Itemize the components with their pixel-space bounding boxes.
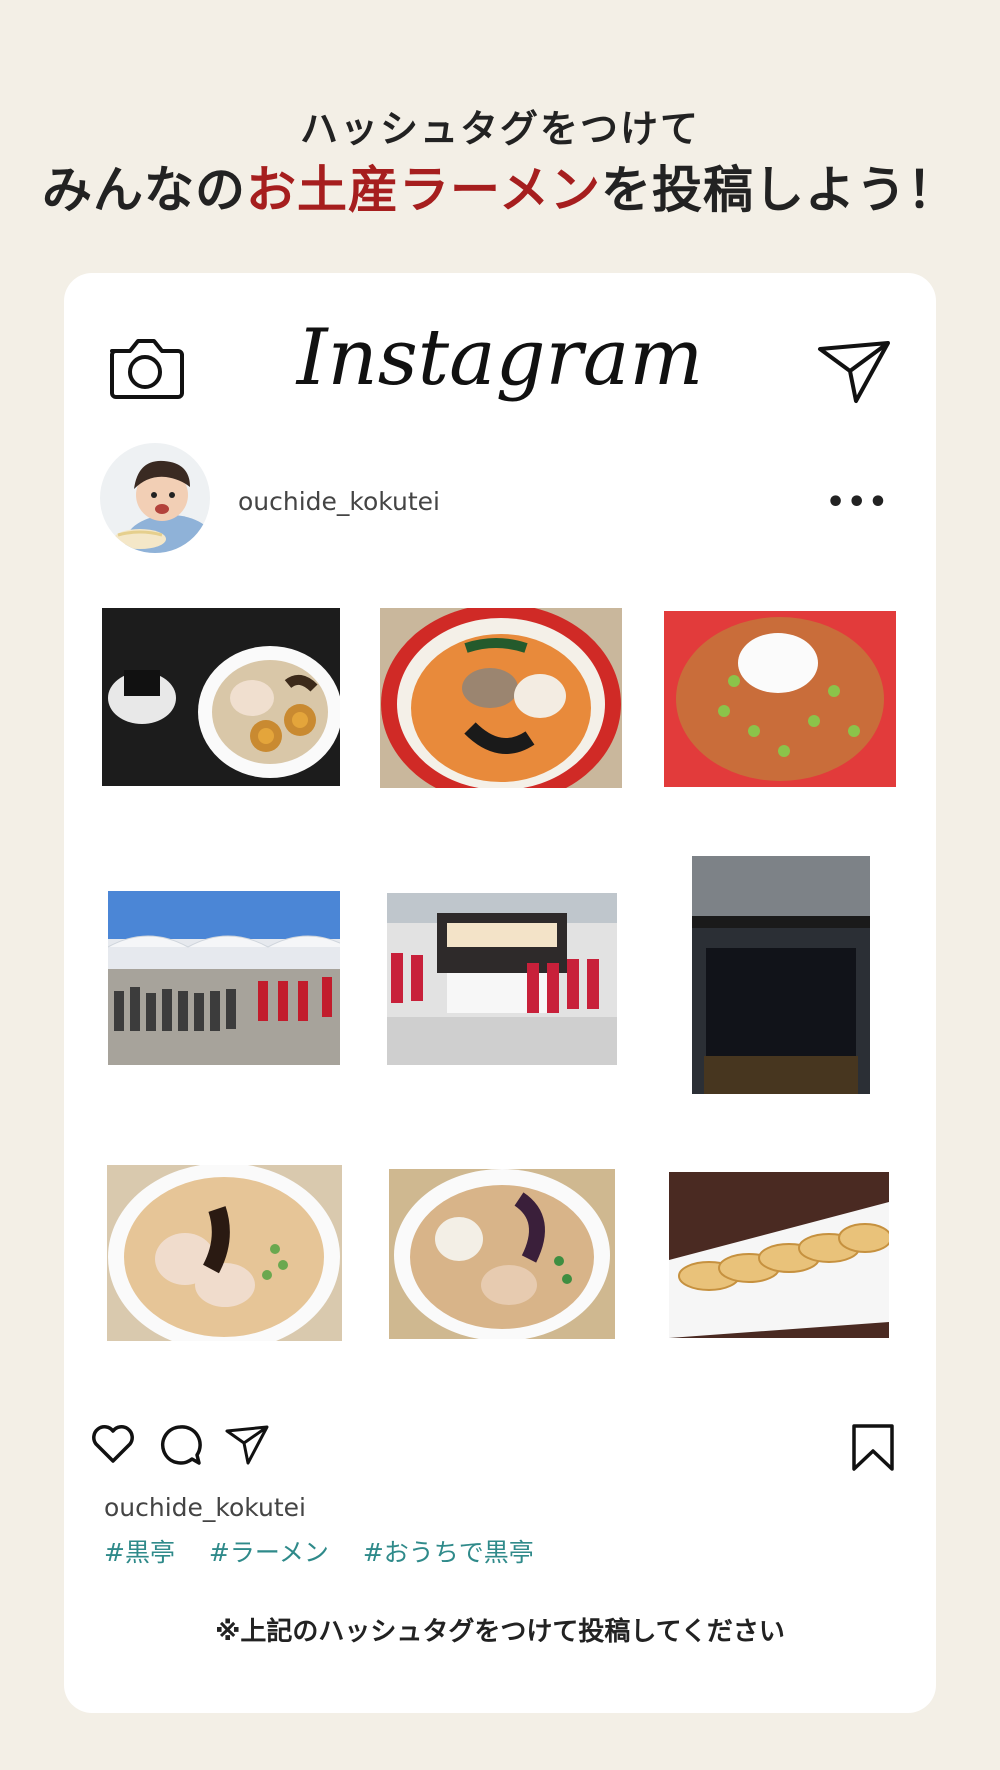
hashtag-list: #黒亭 #ラーメン #おうちで黒亭 [104,1533,560,1569]
photo-event-stall[interactable] [387,893,617,1065]
comment-icon[interactable] [158,1423,202,1467]
heart-icon[interactable] [90,1423,136,1465]
avatar[interactable] [100,443,210,553]
photo-ramen-1[interactable] [102,608,340,786]
hashtag-ouchide-kokutei[interactable]: #おうちで黒亭 [363,1538,534,1567]
posting-note: ※上記のハッシュタグをつけて投稿してください [215,1617,785,1647]
hashtag-kokutei[interactable]: #黒亭 [104,1538,175,1567]
photo-event-queue[interactable] [108,891,340,1065]
share-icon[interactable] [224,1423,270,1465]
headline-line2-pre: みんなの [42,161,246,219]
caption-username[interactable]: ouchide_kokutei [104,1493,306,1522]
headline-line2-post: を投稿しよう！ [601,161,958,219]
photo-store-front[interactable] [692,856,870,1094]
hashtag-ramen[interactable]: #ラーメン [209,1538,329,1567]
headline-line2: みんなのお土産ラーメンを投稿しよう！ [0,150,1000,222]
instagram-post-card: Instagram ouchide_kokutei ••• ouchide_ko… [64,273,936,1713]
send-icon[interactable] [816,337,892,405]
post-username[interactable]: ouchide_kokutei [238,487,440,516]
photo-ramen-2[interactable] [380,608,622,788]
headline-line1: ハッシュタグをつけて [299,107,700,151]
photo-ramen-4[interactable] [107,1165,342,1341]
photo-gyoza[interactable] [669,1172,889,1338]
headline-line2-accent: お土産ラーメン [246,161,601,219]
more-options-icon[interactable]: ••• [826,485,890,520]
photo-ramen-5[interactable] [389,1169,615,1339]
instagram-logo: Instagram [296,313,704,403]
photo-ramen-3[interactable] [664,611,896,787]
bookmark-icon[interactable] [850,1423,896,1473]
camera-icon[interactable] [106,333,184,401]
